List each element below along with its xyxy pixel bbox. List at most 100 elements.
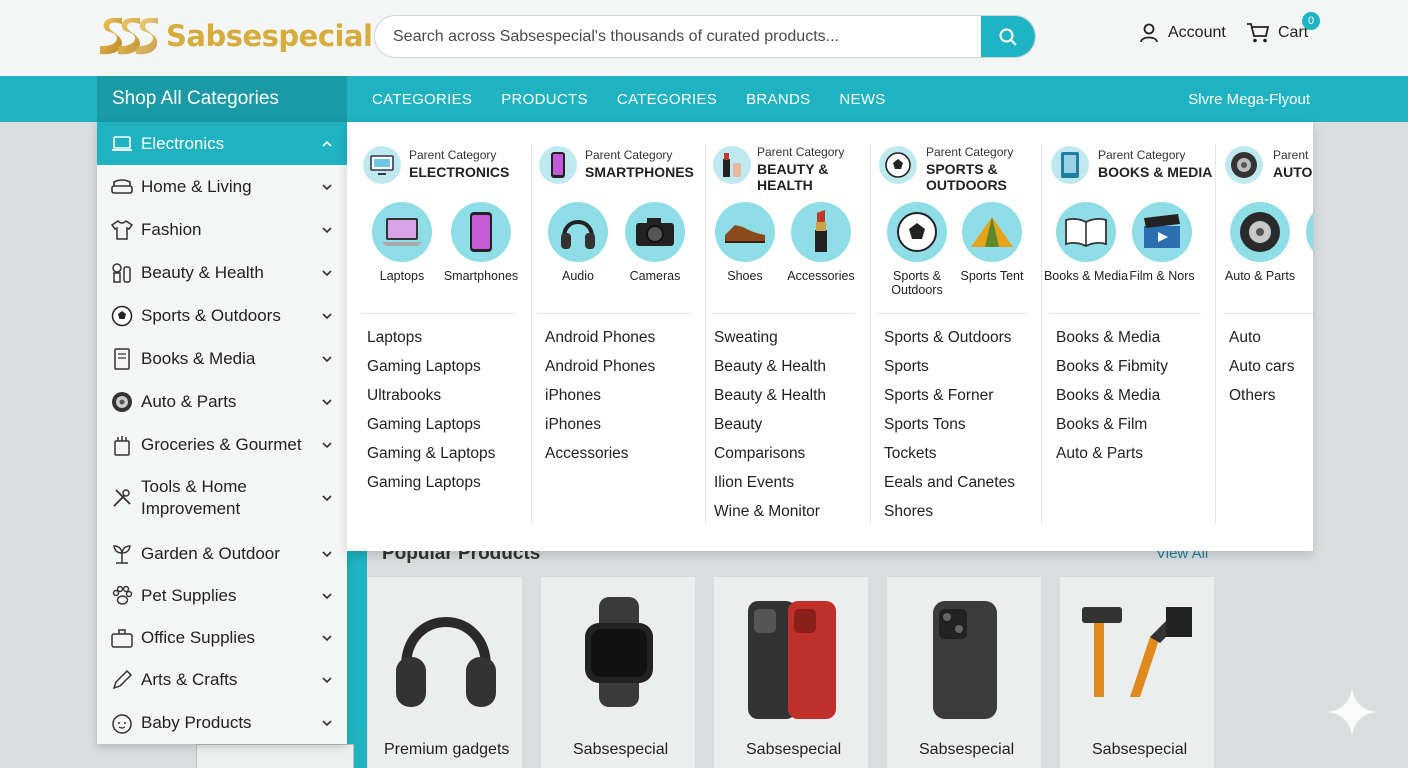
baby-icon bbox=[111, 712, 133, 734]
product-card[interactable] bbox=[540, 576, 696, 768]
mega-link[interactable]: Wine & Monitor bbox=[714, 503, 820, 521]
sidebar-item-label: Home & Living bbox=[141, 176, 252, 196]
search-button[interactable] bbox=[981, 16, 1035, 57]
nav-link-news[interactable]: NEWS bbox=[839, 91, 885, 108]
column-divider bbox=[537, 313, 693, 314]
subcategory-books-media[interactable]: Books & Media bbox=[1043, 202, 1129, 283]
sidebar-item-arts-crafts[interactable]: Arts & Crafts bbox=[97, 659, 347, 701]
subcategory-smartphones[interactable]: Smartphones bbox=[438, 202, 524, 283]
nav-mega-flyout-label[interactable]: Slvre Mega-Flyout bbox=[1188, 76, 1310, 122]
shop-all-categories-button[interactable]: Shop All Categories bbox=[97, 76, 347, 122]
mega-link[interactable]: Sweating bbox=[714, 329, 778, 347]
product-card[interactable] bbox=[367, 576, 523, 768]
mega-link[interactable]: Sports bbox=[884, 358, 929, 376]
subcategory-laptops[interactable]: Laptops bbox=[359, 202, 445, 283]
mega-link[interactable]: Others bbox=[1229, 387, 1276, 405]
mega-link[interactable]: Android Phones bbox=[545, 358, 655, 376]
sidebar-item-pet-supplies[interactable]: Pet Supplies bbox=[97, 575, 347, 617]
parent-category-name[interactable]: SPORTS & OUTDOORS bbox=[926, 161, 1026, 193]
sidebar-item-tools-home-improvement[interactable]: Tools & Home Improvement bbox=[97, 466, 347, 530]
promo-button[interactable] bbox=[196, 744, 354, 768]
parent-category-name[interactable]: BOOKS & MEDIA bbox=[1098, 164, 1218, 180]
product-card[interactable] bbox=[713, 576, 869, 768]
mega-link[interactable]: Eeals and Canetes bbox=[884, 474, 1015, 492]
sidebar-item-garden-outdoor[interactable]: Garden & Outdoor bbox=[97, 532, 347, 575]
mega-link[interactable]: Books & Film bbox=[1056, 416, 1147, 434]
subcategory-cameras[interactable]: Cameras bbox=[612, 202, 698, 283]
sidebar-item-beauty-health[interactable]: Beauty & Health bbox=[97, 251, 347, 294]
sidebar-item-groceries-gourmet[interactable]: Groceries & Gourmet bbox=[97, 423, 347, 466]
parent-category-name[interactable]: AUTO bbox=[1273, 164, 1313, 180]
subcategory-more[interactable] bbox=[1293, 202, 1313, 269]
subcategory-auto-parts[interactable]: Auto & Parts bbox=[1217, 202, 1303, 283]
subcategory-sports-outdoors[interactable]: Sports & Outdoors bbox=[874, 202, 960, 297]
mega-link[interactable]: Books & Media bbox=[1056, 387, 1160, 405]
mega-link[interactable]: Gaming Laptops bbox=[367, 416, 481, 434]
mega-link[interactable]: Auto bbox=[1229, 329, 1261, 347]
mega-link[interactable]: Sports Tons bbox=[884, 416, 966, 434]
sidebar-item-label: Auto & Parts bbox=[141, 391, 237, 411]
product-card[interactable] bbox=[1059, 576, 1215, 768]
mega-link[interactable]: Books & Media bbox=[1056, 329, 1160, 347]
mega-link[interactable]: Auto cars bbox=[1229, 358, 1294, 376]
mega-link[interactable]: Auto & Parts bbox=[1056, 445, 1143, 463]
mega-link[interactable]: Beauty & Health bbox=[714, 358, 826, 376]
product-card-name: Sabsespecial bbox=[746, 741, 842, 758]
cart-link[interactable]: Cart 0 bbox=[1246, 12, 1320, 44]
cosmetics-icon bbox=[713, 146, 751, 184]
sidebar-item-auto-parts[interactable]: Auto & Parts bbox=[97, 380, 347, 423]
mega-link[interactable]: Gaming & Laptops bbox=[367, 445, 495, 463]
subcategory-label: Sports & Outdoors bbox=[891, 269, 943, 297]
mega-link[interactable]: Laptops bbox=[367, 329, 422, 347]
column-divider bbox=[711, 313, 855, 314]
logo[interactable]: Sabsespecial bbox=[96, 12, 373, 60]
nav-link-categories-2[interactable]: CATEGORIES bbox=[617, 91, 717, 108]
sidebar-item-books-media[interactable]: Books & Media bbox=[97, 337, 347, 380]
mega-link[interactable]: Comparisons bbox=[714, 445, 805, 463]
mega-link[interactable]: Books & Fibmity bbox=[1056, 358, 1168, 376]
headphones-icon bbox=[548, 202, 608, 262]
mega-link[interactable]: Ilion Events bbox=[714, 474, 794, 492]
sidebar-item-office-supplies[interactable]: Office Supplies bbox=[97, 617, 347, 659]
mega-column-electronics: Parent Category ELECTRONICS Laptops Smar… bbox=[361, 122, 531, 551]
mega-link[interactable]: Gaming Laptops bbox=[367, 358, 481, 376]
mega-link[interactable]: Sports & Forner bbox=[884, 387, 993, 405]
sidebar-item-home-living[interactable]: Home & Living bbox=[97, 165, 347, 208]
sidebar-item-sports-outdoors[interactable]: Sports & Outdoors bbox=[97, 294, 347, 337]
mega-link[interactable]: Beauty & Health bbox=[714, 387, 826, 405]
search-input[interactable] bbox=[375, 16, 981, 57]
account-link[interactable]: Account bbox=[1138, 22, 1226, 44]
mega-link[interactable]: Sports & Outdoors bbox=[884, 329, 1012, 347]
parent-category-name[interactable]: ELECTRONICS bbox=[409, 164, 529, 180]
mega-link[interactable]: iPhones bbox=[545, 416, 601, 434]
subcategory-sports-tent[interactable]: Sports Tent bbox=[949, 202, 1035, 283]
subcategory-accessories[interactable]: Accessories bbox=[778, 202, 864, 283]
nav-link-categories[interactable]: CATEGORIES bbox=[372, 91, 472, 108]
laptop-icon bbox=[372, 202, 432, 262]
mega-link[interactable]: Tockets bbox=[884, 445, 937, 463]
nav-link-products[interactable]: PRODUCTS bbox=[501, 91, 588, 108]
parent-category-name[interactable]: SMARTPHONES bbox=[585, 164, 705, 180]
mega-link[interactable]: iPhones bbox=[545, 387, 601, 405]
nav-link-brands[interactable]: BRANDS bbox=[746, 91, 810, 108]
smartwatch-icon bbox=[585, 597, 653, 707]
open-book-icon bbox=[1056, 202, 1116, 262]
sidebar-item-baby-products[interactable]: Baby Products bbox=[97, 701, 347, 744]
sidebar-item-electronics[interactable]: Electronics bbox=[97, 122, 347, 165]
subcategory-audio[interactable]: Audio bbox=[535, 202, 621, 283]
parent-category-caption: Parent Category bbox=[585, 148, 673, 162]
sidebar-item-label: Office Supplies bbox=[141, 628, 256, 647]
product-card[interactable] bbox=[886, 576, 1042, 768]
mega-link[interactable]: Beauty bbox=[714, 416, 762, 434]
parent-category-name[interactable]: BEAUTY & HEALTH bbox=[757, 161, 847, 193]
sidebar-item-fashion[interactable]: Fashion bbox=[97, 208, 347, 251]
cart-icon bbox=[1247, 23, 1270, 43]
mega-link[interactable]: Android Phones bbox=[545, 329, 655, 347]
subcategory-shoes[interactable]: Shoes bbox=[702, 202, 788, 283]
mega-link[interactable]: Accessories bbox=[545, 445, 629, 463]
mega-link[interactable]: Shores bbox=[884, 503, 933, 521]
parent-category-caption: Parent Category bbox=[757, 145, 845, 159]
mega-link[interactable]: Gaming Laptops bbox=[367, 474, 481, 492]
mega-link[interactable]: Ultrabooks bbox=[367, 387, 441, 405]
subcategory-film-nors[interactable]: Film & Nors bbox=[1119, 202, 1205, 283]
